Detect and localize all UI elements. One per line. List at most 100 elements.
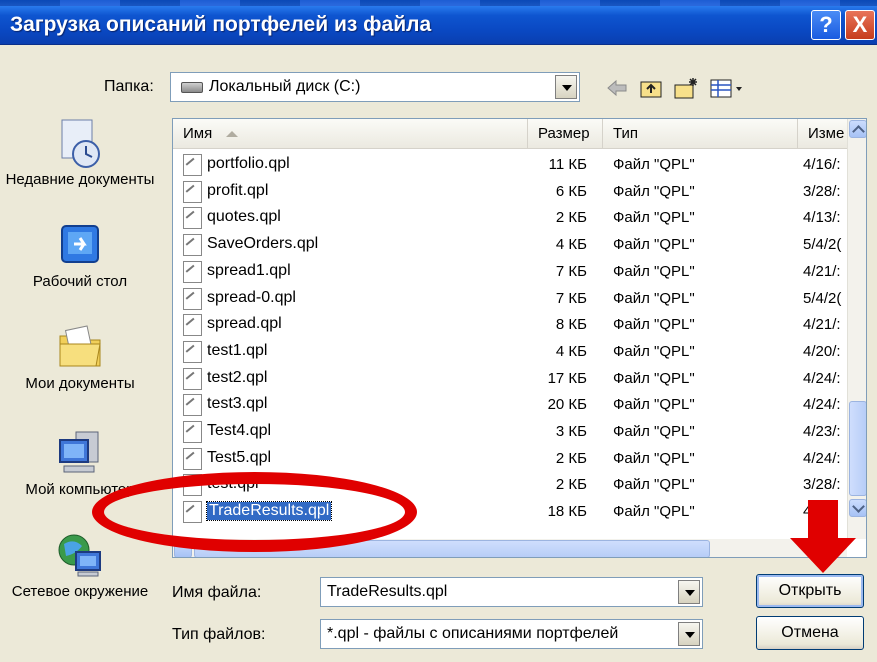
help-button[interactable]: ? [811, 10, 841, 40]
qpl-file-icon [183, 367, 202, 390]
qpl-file-icon [183, 421, 202, 443]
drive-icon [181, 82, 203, 93]
folder-label: Папка: [104, 78, 154, 95]
close-button[interactable]: X [845, 10, 875, 40]
file-date: 4/23/: [803, 423, 841, 440]
file-row[interactable]: spread-0.qpl 7 КБ Файл "QPL" 5/4/2( [173, 286, 853, 312]
file-date: 4/24/: [803, 369, 841, 387]
sort-ascending-icon [226, 131, 239, 138]
vertical-scrollbar[interactable] [847, 119, 866, 539]
file-list-header: Имя Размер Тип Изме [173, 119, 866, 149]
file-size: 4 КБ [555, 342, 587, 360]
filetype-label: Тип файлов: [172, 626, 266, 643]
file-type: Файл "QPL" [613, 449, 695, 467]
place-label: Рабочий стол [32, 273, 128, 290]
file-name: profit.qpl [207, 181, 269, 199]
filetype-dropdown-button[interactable] [678, 622, 700, 646]
file-type: Файл "QPL" [613, 503, 695, 521]
cancel-button[interactable]: Отмена [756, 616, 864, 650]
column-header-size[interactable]: Размер [528, 119, 603, 149]
file-date: 4/16/: [803, 156, 841, 173]
qpl-file-icon [183, 394, 202, 417]
file-type: Файл "QPL" [613, 289, 695, 307]
file-size: 2 КБ [555, 449, 587, 467]
file-size: 8 КБ [555, 316, 587, 334]
down-arrow-icon [790, 500, 856, 573]
file-type: Файл "QPL" [613, 262, 695, 280]
window-title: Загрузка описаний портфелей из файла [10, 13, 432, 36]
filename-combobox[interactable]: TradeResults.qpl [320, 577, 703, 607]
place-recent-documents[interactable]: Недавние документы [0, 118, 160, 189]
file-name: spread.qpl [207, 315, 282, 333]
file-size: 2 КБ [555, 209, 587, 227]
file-size: 2 КБ [555, 476, 587, 494]
place-label: Мои документы [25, 375, 135, 392]
file-name: Test5.qpl [207, 448, 272, 466]
place-desktop[interactable]: Рабочий стол [0, 224, 160, 291]
file-date: 3/28/: [803, 476, 841, 494]
file-date: 5/4/2( [803, 289, 842, 307]
scroll-up-button[interactable] [849, 120, 866, 138]
vertical-scroll-thumb[interactable] [849, 401, 866, 496]
highlight-ellipse [92, 472, 417, 552]
open-button[interactable]: Открыть [756, 574, 864, 608]
back-arrow-icon[interactable] [604, 76, 630, 100]
up-folder-icon[interactable] [638, 76, 664, 100]
file-row[interactable]: quotes.qpl 2 КБ Файл "QPL" 4/13/: [173, 205, 853, 231]
recent-documents-icon [56, 118, 104, 168]
folder-current-value: Локальный диск (C:) [209, 78, 361, 95]
open-file-dialog: Загрузка описаний портфелей из файла ? X… [0, 0, 877, 662]
filename-input[interactable]: TradeResults.qpl [327, 583, 447, 601]
folder-combobox[interactable]: Локальный диск (C:) [170, 72, 580, 102]
place-my-documents[interactable]: Мои документы [0, 322, 160, 393]
file-row[interactable]: spread1.qpl 7 КБ Файл "QPL" 4/21/: [173, 259, 853, 285]
file-row[interactable]: profit.qpl 6 КБ Файл "QPL" 3/28/: [173, 179, 853, 205]
file-name: portfolio.qpl [207, 155, 290, 172]
file-row[interactable]: SaveOrders.qpl 4 КБ Файл "QPL" 5/4/2( [173, 232, 853, 258]
filename-label: Имя файла: [172, 584, 262, 601]
file-name: quotes.qpl [207, 208, 281, 226]
file-date: 4/21/: [803, 316, 841, 334]
qpl-file-icon [183, 234, 202, 257]
qpl-file-icon [183, 260, 202, 283]
file-type: Файл "QPL" [613, 476, 695, 494]
desktop-icon [56, 224, 104, 268]
file-type: Файл "QPL" [613, 209, 695, 227]
file-size: 6 КБ [555, 182, 587, 200]
file-row[interactable]: portfolio.qpl 11 КБ Файл "QPL" 4/16/: [173, 152, 853, 178]
qpl-file-icon [183, 340, 202, 363]
file-row[interactable]: test2.qpl 17 КБ Файл "QPL" 4/24/: [173, 366, 853, 392]
column-header-type[interactable]: Тип [603, 119, 798, 149]
file-row[interactable]: test3.qpl 20 КБ Файл "QPL" 4/24/: [173, 392, 853, 418]
file-date: 4/13/: [803, 209, 841, 227]
file-type: Файл "QPL" [613, 182, 695, 200]
folder-dropdown-button[interactable] [555, 75, 577, 99]
filetype-combobox[interactable]: *.qpl - файлы с описаниями портфелей [320, 619, 703, 649]
qpl-file-icon [183, 207, 202, 230]
qpl-file-icon [183, 154, 202, 176]
file-row[interactable]: Test5.qpl 2 КБ Файл "QPL" 4/24/: [173, 446, 853, 472]
file-row[interactable]: Test4.qpl 3 КБ Файл "QPL" 4/23/: [173, 419, 853, 445]
file-name: SaveOrders.qpl [207, 235, 319, 253]
qpl-file-icon [183, 287, 202, 310]
file-name: test1.qpl [207, 341, 268, 359]
qpl-file-icon [183, 314, 202, 337]
file-row[interactable]: test1.qpl 4 КБ Файл "QPL" 4/20/: [173, 339, 853, 365]
filename-dropdown-button[interactable] [678, 580, 700, 604]
file-date: 4/20/: [803, 342, 841, 360]
file-type: Файл "QPL" [613, 156, 695, 173]
place-network[interactable]: Сетевое окружение [0, 530, 160, 601]
file-name: test2.qpl [207, 368, 268, 386]
new-folder-icon[interactable] [672, 76, 700, 100]
my-documents-icon [56, 322, 104, 370]
file-size: 4 КБ [555, 236, 587, 254]
title-bar[interactable]: Загрузка описаний портфелей из файла ? X [0, 0, 877, 45]
file-size: 18 КБ [547, 503, 587, 521]
place-label: Недавние документы [5, 171, 155, 188]
view-menu-icon[interactable] [708, 76, 746, 100]
file-size: 7 КБ [555, 262, 587, 280]
place-label: Сетевое окружение [11, 583, 149, 600]
column-header-name[interactable]: Имя [173, 119, 528, 149]
file-size: 7 КБ [555, 289, 587, 307]
file-row[interactable]: spread.qpl 8 КБ Файл "QPL" 4/21/: [173, 312, 853, 338]
